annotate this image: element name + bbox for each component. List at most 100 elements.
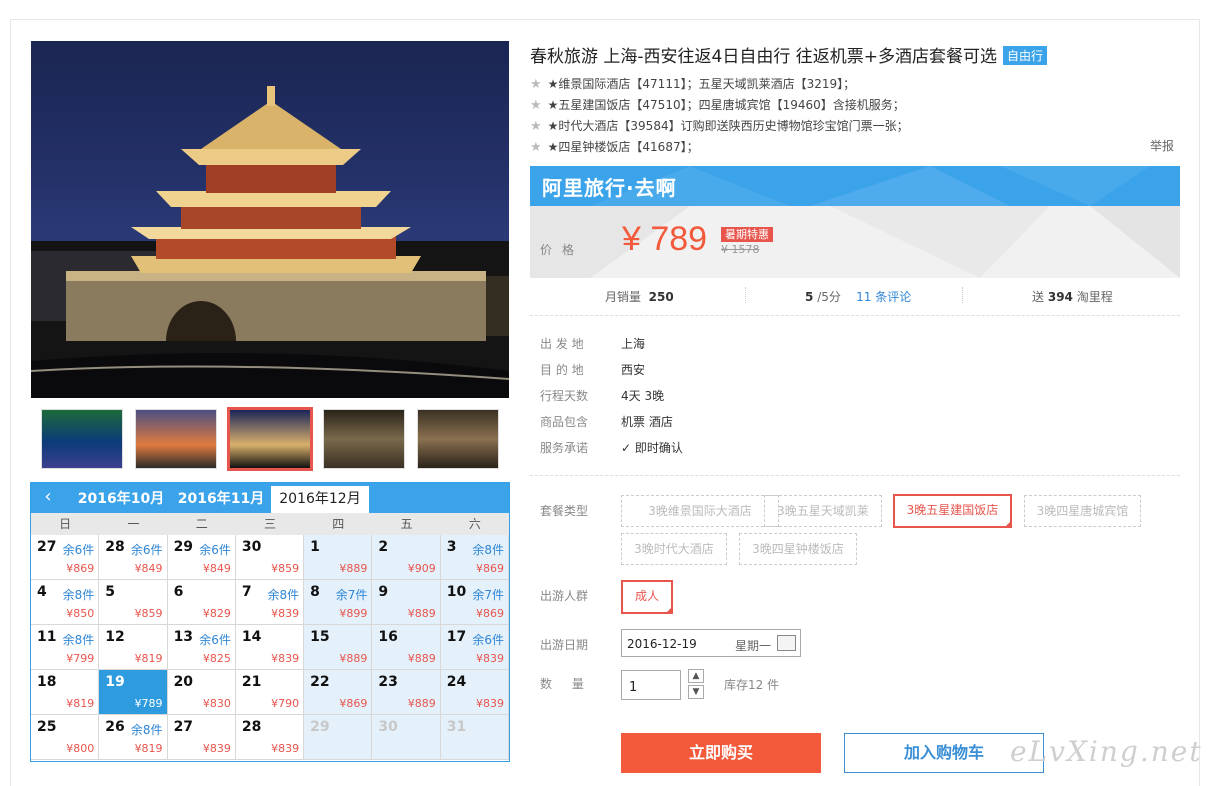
calendar-day[interactable]: 20 ¥830 [167, 670, 236, 715]
thumbnail-5[interactable] [417, 409, 499, 469]
calendar-day[interactable]: 8 余7件 ¥899 [304, 580, 373, 625]
calendar-day[interactable]: 30 ¥859 [235, 535, 305, 580]
day-number: 6 [173, 584, 184, 600]
calendar-day[interactable]: 3 余8件 ¥869 [440, 535, 509, 580]
calendar-day[interactable]: 11 余8件 ¥799 [31, 625, 100, 670]
buy-now-button[interactable]: 立即购买 [621, 733, 821, 773]
calendar-prev-icon[interactable]: ‹ [31, 483, 65, 513]
day-price: ¥869 [475, 562, 504, 575]
thumbnail-3-selected[interactable] [227, 407, 313, 471]
weekday-label: 日 [59, 517, 72, 531]
day-number: 16 [378, 629, 398, 645]
day-price: ¥819 [134, 742, 163, 755]
day-price: ¥839 [271, 607, 300, 620]
day-price: ¥839 [475, 652, 504, 665]
package-option[interactable]: 3晚五星天域凯莱 [764, 495, 882, 527]
thumbnail-2[interactable] [135, 409, 217, 469]
calendar-day[interactable]: 23 ¥889 [372, 670, 441, 715]
calendar-tab-oct[interactable]: 2016年10月 [71, 483, 171, 513]
divider [530, 475, 1180, 476]
stock-remaining: 余6件 [130, 543, 163, 557]
hotel-line-text: ★时代大酒店【39584】订购即送陕西历史博物馆珍宝馆门票一张； [547, 119, 909, 133]
calendar-day[interactable]: 29 余6件 ¥849 [167, 535, 236, 580]
calendar-icon[interactable] [777, 635, 796, 651]
day-number: 28 [105, 539, 125, 555]
calendar-day[interactable]: 14 ¥839 [235, 625, 305, 670]
day-price: ¥825 [202, 652, 231, 665]
day-price: ¥869 [475, 607, 504, 620]
weekday-label: 二 [195, 517, 208, 531]
stock-remaining: 余8件 [472, 543, 504, 557]
calendar-day[interactable]: 1 ¥889 [304, 535, 373, 580]
info-key: 商品包含 [540, 415, 589, 429]
calendar-day[interactable]: 4 余8件 ¥850 [31, 580, 100, 625]
day-price: ¥819 [66, 697, 95, 710]
calendar-day[interactable]: 18 ¥819 [31, 670, 100, 715]
main-product-photo[interactable] [31, 41, 509, 398]
crowd-option-adult[interactable]: 成人 [621, 580, 673, 614]
day-number: 15 [310, 629, 330, 645]
day-number: 23 [378, 674, 398, 690]
day-number: 3 [446, 539, 457, 555]
calendar-day[interactable]: 27 ¥839 [167, 715, 236, 760]
calendar-day[interactable]: 13 余6件 ¥825 [167, 625, 236, 670]
day-number: 18 [37, 674, 57, 690]
calendar-day[interactable]: 17 余6件 ¥839 [440, 625, 509, 670]
report-link[interactable]: 举报 [1150, 137, 1174, 154]
package-option[interactable]: 3晚四星钟楼饭店 [739, 533, 857, 565]
calendar-day[interactable]: 15 ¥889 [304, 625, 373, 670]
calendar-day[interactable]: 21 ¥790 [235, 670, 305, 715]
calendar-tab-nov[interactable]: 2016年11月 [171, 483, 271, 513]
calendar-day[interactable]: 26 余8件 ¥819 [99, 715, 168, 760]
calendar-tab-dec[interactable]: 2016年12月 [271, 486, 369, 513]
calendar-day[interactable]: 5 ¥859 [99, 580, 168, 625]
stock-remaining: 余7件 [335, 588, 368, 602]
calendar-day[interactable]: 9 ¥889 [372, 580, 441, 625]
calendar-day[interactable]: 28 余6件 ¥849 [99, 535, 168, 580]
calendar-day[interactable]: 7 余8件 ¥839 [235, 580, 305, 625]
product-title-text: 春秋旅游 上海-西安往返4日自由行 往返机票+多酒店套餐可选 [530, 47, 998, 67]
day-price: ¥790 [271, 697, 300, 710]
day-number: 27 [173, 719, 194, 735]
day-price: ¥859 [271, 562, 300, 575]
star-icon: ★ [530, 98, 542, 113]
increment-icon[interactable]: ▲ [688, 669, 704, 683]
package-option[interactable]: 3晚维景国际大酒店 [621, 495, 779, 527]
calendar-day[interactable]: 24 ¥839 [440, 670, 509, 715]
day-price: ¥819 [134, 652, 163, 665]
day-price: ¥849 [134, 562, 163, 575]
calendar-day[interactable]: 22 ¥869 [304, 670, 373, 715]
day-number: 31 [446, 719, 467, 735]
calendar-day[interactable]: 10 余7件 ¥869 [440, 580, 509, 625]
calendar-day[interactable]: 16 ¥889 [372, 625, 441, 670]
decrement-icon[interactable]: ▼ [688, 685, 704, 699]
quantity-input[interactable]: 1 [621, 670, 681, 700]
calendar-day[interactable]: 6 ¥829 [167, 580, 236, 625]
calendar-day[interactable]: 2 ¥909 [372, 535, 441, 580]
calendar-day-selected[interactable]: 19 ¥789 [99, 670, 168, 715]
package-option[interactable]: 3晚时代大酒店 [621, 533, 727, 565]
service-text: 即时确认 [634, 441, 683, 455]
star-icon: ★ [530, 140, 542, 155]
package-type-label: 套餐类型 [540, 504, 589, 518]
calendar-day[interactable]: 27 余6件 ¥869 [31, 535, 100, 580]
reviews-link[interactable]: 11 条评论 [856, 290, 911, 304]
travel-date-input[interactable]: 2016-12-19 星期一 [621, 629, 801, 657]
calendar-header: ‹ 2016年10月 2016年11月 2016年12月 [31, 483, 509, 513]
rating-suffix: /5分 [817, 290, 841, 304]
stock-remaining: 余6件 [199, 543, 231, 557]
stock-remaining: 余8件 [62, 588, 95, 602]
day-number: 13 [173, 629, 194, 645]
calendar-day[interactable]: 28 ¥839 [235, 715, 305, 760]
calendar-day[interactable]: 25 ¥800 [31, 715, 100, 760]
thumbnail-1[interactable] [41, 409, 123, 469]
info-key: 行程天数 [540, 389, 589, 403]
thumbnail-4[interactable] [323, 409, 405, 469]
package-option[interactable]: 3晚四星唐城宾馆 [1024, 495, 1141, 527]
day-number: 24 [446, 674, 467, 690]
crowd-label: 出游人群 [540, 589, 589, 603]
day-number: 25 [37, 719, 57, 735]
day-price: ¥839 [271, 742, 300, 755]
package-option-selected[interactable]: 3晚五星建国饭店 [893, 494, 1012, 528]
calendar-day[interactable]: 12 ¥819 [99, 625, 168, 670]
